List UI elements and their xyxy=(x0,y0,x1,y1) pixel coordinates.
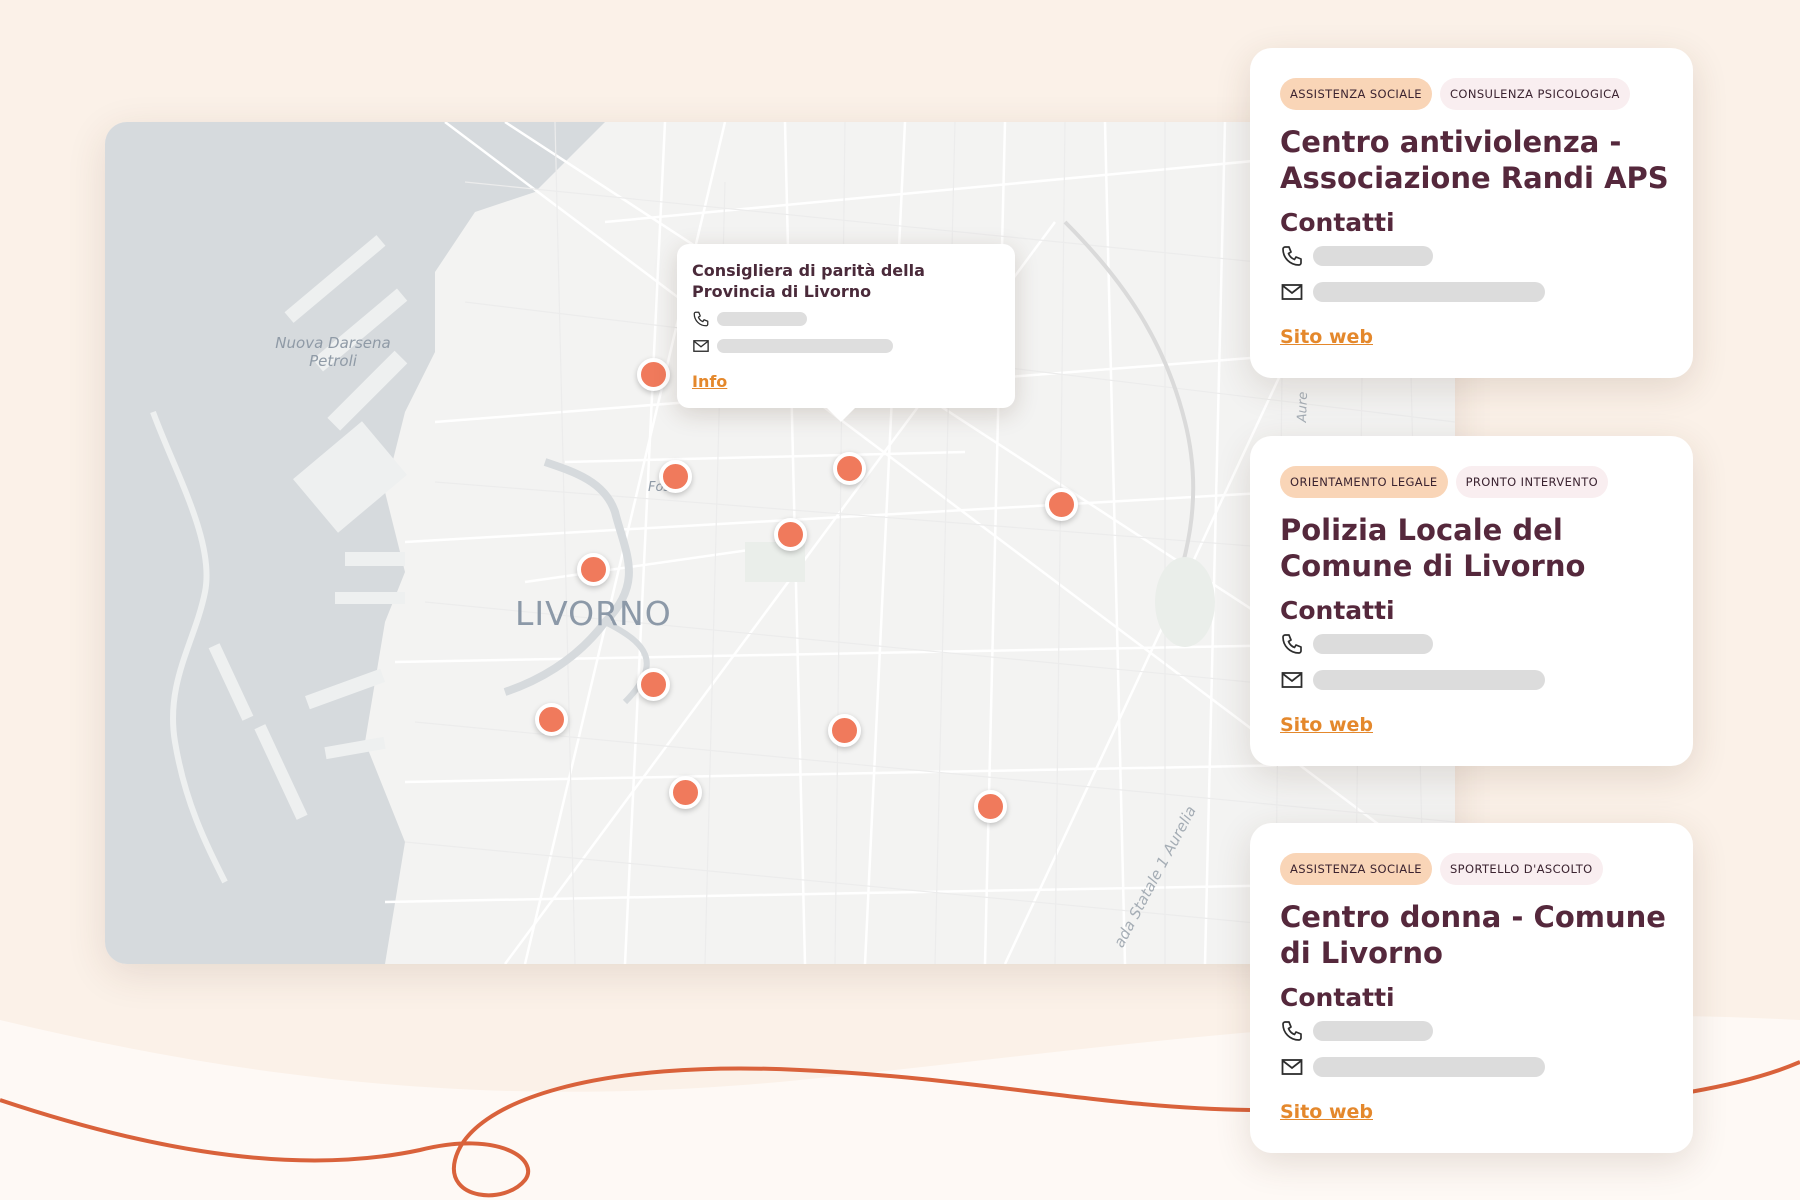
contacts-heading: Contatti xyxy=(1280,596,1395,625)
email-placeholder xyxy=(1313,1057,1545,1077)
card-title: Centro antiviolenza - Associazione Randi… xyxy=(1280,125,1669,195)
stadium xyxy=(1155,557,1215,647)
email-placeholder xyxy=(1313,670,1545,690)
tag-badge: ASSISTENZA SOCIALE xyxy=(1280,853,1432,885)
mail-icon xyxy=(1281,1059,1303,1075)
contacts-heading: Contatti xyxy=(1280,983,1395,1012)
website-link[interactable]: Sito web xyxy=(1280,1101,1373,1123)
tag-badge: SPORTELLO D'ASCOLTO xyxy=(1439,853,1603,885)
map-pin-icon[interactable] xyxy=(973,789,1007,823)
map-pin-icon[interactable] xyxy=(832,451,866,485)
tag-badge: ASSISTENZA SOCIALE xyxy=(1280,78,1432,110)
phone-placeholder xyxy=(1313,634,1433,654)
service-card: ASSISTENZA SOCIALE CONSULENZA PSICOLOGIC… xyxy=(1250,48,1693,378)
mail-icon xyxy=(1281,672,1303,688)
mail-icon xyxy=(693,340,709,352)
phone-placeholder xyxy=(1313,1021,1433,1041)
map-pin-icon[interactable] xyxy=(636,667,670,701)
phone-icon xyxy=(1282,1021,1302,1041)
mail-icon xyxy=(1281,284,1303,300)
map-pin-icon[interactable] xyxy=(636,357,670,391)
tag-badge: CONSULENZA PSICOLOGICA xyxy=(1439,78,1630,110)
tag-list: ORIENTAMENTO LEGALE PRONTO INTERVENTO xyxy=(1280,466,1609,498)
phone-placeholder xyxy=(717,312,807,326)
email-placeholder xyxy=(717,339,893,353)
website-link[interactable]: Sito web xyxy=(1280,326,1373,348)
card-title: Centro donna - Comune di Livorno xyxy=(1280,900,1666,970)
map-popup: Consigliera di parità della Provincia di… xyxy=(677,244,1015,422)
website-link[interactable]: Sito web xyxy=(1280,714,1373,736)
place-label-darsena: Nuova Darsena Petroli xyxy=(275,334,391,370)
popup-info-link[interactable]: Info xyxy=(692,372,727,391)
city-label: LIVORNO xyxy=(515,594,672,633)
card-title: Polizia Locale del Comune di Livorno xyxy=(1280,513,1586,583)
service-card: ASSISTENZA SOCIALE SPORTELLO D'ASCOLTO C… xyxy=(1250,823,1693,1153)
tag-badge: PRONTO INTERVENTO xyxy=(1455,466,1609,498)
map-pin-icon[interactable] xyxy=(534,702,568,736)
road-label-aure: Aure xyxy=(1295,391,1312,423)
service-card: ORIENTAMENTO LEGALE PRONTO INTERVENTO Po… xyxy=(1250,436,1693,766)
map-pin-icon[interactable] xyxy=(827,713,861,747)
tag-list: ASSISTENZA SOCIALE CONSULENZA PSICOLOGIC… xyxy=(1280,78,1630,110)
email-placeholder xyxy=(1313,282,1545,302)
map-pin-icon[interactable] xyxy=(773,517,807,551)
sea-area xyxy=(105,122,605,964)
phone-placeholder xyxy=(1313,246,1433,266)
phone-icon xyxy=(693,311,709,327)
map-pin-icon[interactable] xyxy=(658,459,692,493)
map-pin-icon[interactable] xyxy=(668,775,702,809)
phone-icon xyxy=(1282,634,1302,654)
phone-icon xyxy=(1282,246,1302,266)
popup-title: Consigliera di parità della Provincia di… xyxy=(692,261,925,301)
contacts-heading: Contatti xyxy=(1280,208,1395,237)
tag-list: ASSISTENZA SOCIALE SPORTELLO D'ASCOLTO xyxy=(1280,853,1603,885)
map-pin-icon[interactable] xyxy=(576,552,610,586)
tag-badge: ORIENTAMENTO LEGALE xyxy=(1280,466,1448,498)
map-pin-icon[interactable] xyxy=(1044,487,1078,521)
